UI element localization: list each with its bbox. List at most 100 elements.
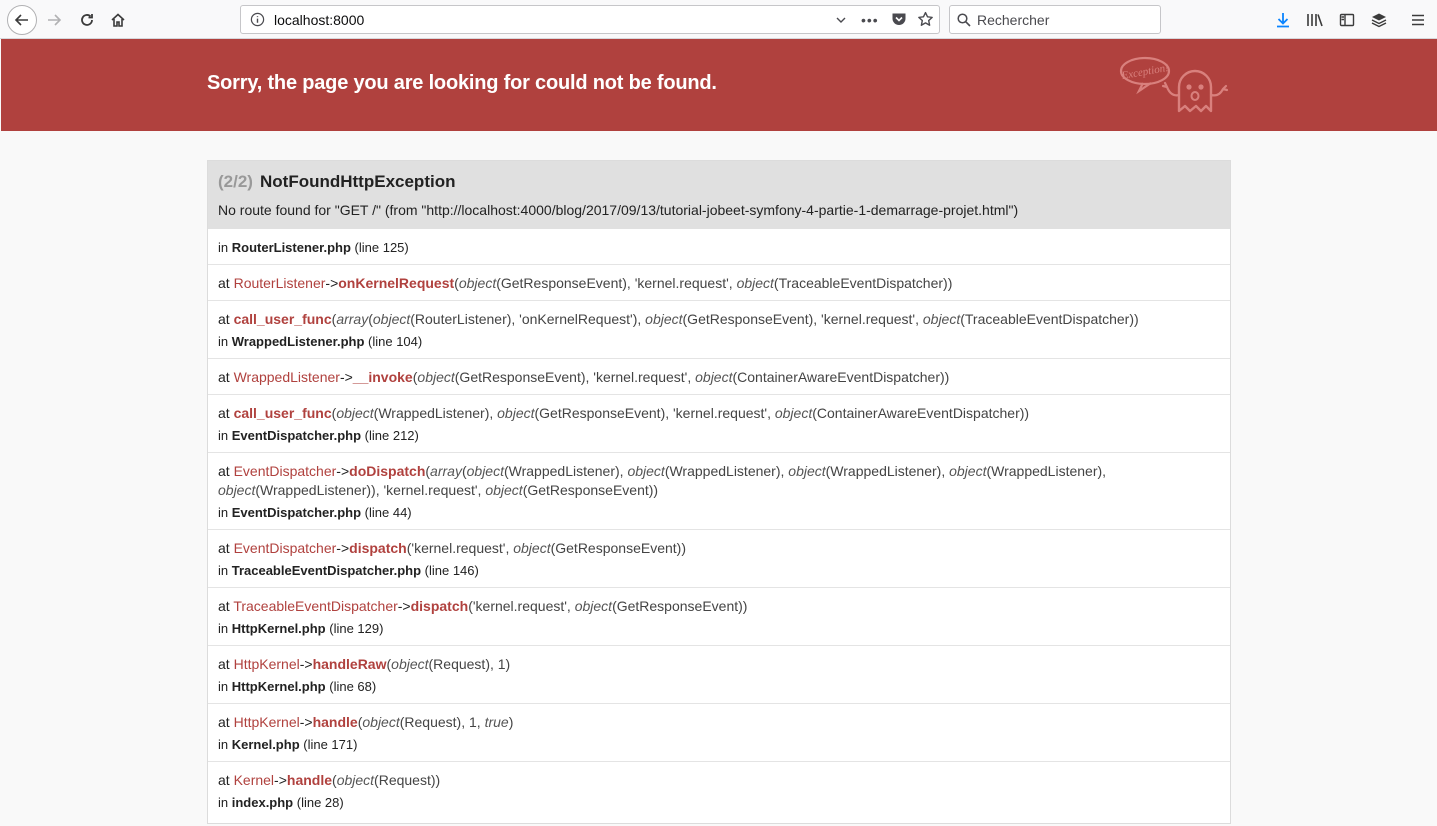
trace-function: onKernelRequest [338, 275, 455, 291]
location-prefix: in [218, 240, 232, 255]
chevron-down-icon[interactable] [835, 13, 847, 31]
library-button[interactable] [1301, 6, 1329, 34]
reload-button[interactable] [73, 6, 101, 34]
trace-row: at RouterListener->onKernelRequest(objec… [208, 265, 1230, 301]
trace-line: (line 28) [293, 795, 344, 810]
trace-arg-type: true [484, 714, 509, 730]
star-icon[interactable] [917, 11, 934, 33]
trace-call: at TraceableEventDispatcher->dispatch('k… [218, 597, 1220, 616]
location-prefix: in [218, 428, 232, 443]
error-banner: Sorry, the page you are looking for coul… [1, 39, 1437, 131]
trace-arg: (GetResponseEvent)) [522, 482, 659, 498]
info-icon[interactable] [250, 12, 265, 32]
trace-function: dispatch [410, 598, 469, 614]
trace-function: handle [312, 714, 358, 730]
hamburger-menu-icon [1412, 14, 1424, 26]
trace-arg-type: object [336, 772, 375, 788]
trace-file: RouterListener.php [231, 240, 351, 255]
trace-call: at EventDispatcher->dispatch('kernel.req… [218, 539, 1220, 558]
url-text[interactable]: localhost:8000 [274, 12, 364, 28]
trace-row: at EventDispatcher->doDispatch(array(obj… [208, 453, 1230, 530]
trace-row: at WrappedListener->__invoke(object(GetR… [208, 359, 1230, 395]
trace-location-first: in RouterListener.php (line 125) [208, 229, 1230, 265]
trace-arg: (WrappedListener), [664, 463, 789, 479]
browser-toolbar: localhost:8000 ••• Rechercher [0, 0, 1437, 39]
trace-row: at Kernel->handle(object(Request)) in ind… [208, 762, 1230, 819]
trace-class[interactable]: EventDispatcher [234, 463, 337, 479]
url-bar[interactable]: localhost:8000 ••• [240, 5, 940, 34]
menu-button[interactable] [1404, 6, 1432, 34]
home-button[interactable] [104, 6, 132, 34]
trace-arg: (WrappedListener), [825, 463, 950, 479]
trace-arg: 'kernel.request', [411, 540, 514, 556]
trace-arg: (Request)) [374, 772, 441, 788]
trace-file: HttpKernel.php [231, 679, 326, 694]
trace-function: __invoke [352, 369, 413, 385]
trace-arg: (TraceableEventDispatcher)) [773, 275, 953, 291]
trace-arg-type: object [922, 311, 961, 327]
trace-arg-type: object [466, 463, 504, 479]
trace-call: at HttpKernel->handle(object(Request), 1… [218, 713, 1220, 732]
location-prefix: in [218, 737, 232, 752]
trace-arg-type: object [574, 598, 613, 614]
exception-class: NotFoundHttpException [260, 172, 456, 191]
page-actions-icon[interactable]: ••• [861, 12, 879, 28]
home-icon [111, 13, 125, 27]
trace-row: at TraceableEventDispatcher->dispatch('k… [208, 588, 1230, 646]
trace-row: at call_user_func(object(WrappedListener… [208, 395, 1230, 453]
trace-class[interactable]: RouterListener [234, 275, 326, 291]
trace-function: call_user_func [233, 405, 332, 421]
reload-icon [81, 14, 93, 26]
stack-trace: in RouterListener.php (line 125) at Rout… [208, 229, 1230, 819]
forward-button[interactable] [40, 6, 68, 34]
trace-arg: (GetResponseEvent), 'kernel.request', [534, 405, 775, 421]
back-button[interactable] [7, 5, 37, 35]
arrow-left-icon [14, 14, 28, 26]
trace-arg: (RouterListener), 'onKernelRequest'), [410, 311, 646, 327]
trace-function: doDispatch [349, 463, 426, 479]
trace-arg-type: object [627, 463, 665, 479]
trace-call: at EventDispatcher->doDispatch(array(obj… [218, 462, 1220, 500]
trace-class[interactable]: EventDispatcher [234, 540, 337, 556]
ghost-exception-icon: Exception! [1120, 56, 1229, 113]
trace-arg: (GetResponseEvent)) [612, 598, 748, 614]
trace-arg: (ContainerAwareEventDispatcher)) [732, 369, 950, 385]
trace-line: (line 146) [421, 563, 479, 578]
trace-file: EventDispatcher.php [231, 505, 362, 520]
trace-arg-type: object [497, 405, 535, 421]
trace-class[interactable]: TraceableEventDispatcher [233, 598, 397, 614]
trace-at: at [218, 598, 234, 614]
trace-arg: (WrappedListener), [503, 463, 628, 479]
trace-arg-type: object [736, 275, 774, 291]
trace-arg-type: object [513, 540, 551, 556]
location-prefix: in [218, 621, 232, 636]
trace-at: at [218, 463, 234, 479]
trace-arg: 'kernel.request', [472, 598, 575, 614]
exception-block: (2/2) NotFoundHttpException No route fou… [207, 160, 1231, 824]
trace-arg-type: object [458, 275, 497, 291]
sidebar-icon [1339, 13, 1355, 27]
search-input[interactable]: Rechercher [949, 5, 1161, 34]
trace-class[interactable]: Kernel [234, 772, 274, 788]
trace-arg: (TraceableEventDispatcher)) [960, 311, 1139, 327]
library-icon [1307, 14, 1323, 27]
trace-arrow: -> [274, 772, 287, 788]
sidebar-button[interactable] [1333, 6, 1361, 34]
trace-line: (line 171) [299, 737, 358, 752]
trace-row: at HttpKernel->handleRaw(object(Request)… [208, 646, 1230, 704]
trace-file: EventDispatcher.php [231, 428, 362, 443]
layers-button[interactable] [1365, 6, 1393, 34]
pocket-icon[interactable] [891, 12, 907, 32]
downloads-button[interactable] [1269, 6, 1297, 34]
trace-arg: (WrappedListener), [373, 405, 498, 421]
trace-arg-type: object [645, 311, 683, 327]
trace-arg-type: object [372, 311, 411, 327]
trace-class[interactable]: HttpKernel [234, 714, 300, 730]
location-prefix: in [218, 563, 232, 578]
trace-arg-type: object [695, 369, 733, 385]
trace-arg: (GetResponseEvent)) [550, 540, 686, 556]
trace-class[interactable]: WrappedListener [234, 369, 340, 385]
trace-at: at [218, 772, 234, 788]
page-title: Sorry, the page you are looking for coul… [207, 72, 717, 94]
trace-class[interactable]: HttpKernel [234, 656, 300, 672]
